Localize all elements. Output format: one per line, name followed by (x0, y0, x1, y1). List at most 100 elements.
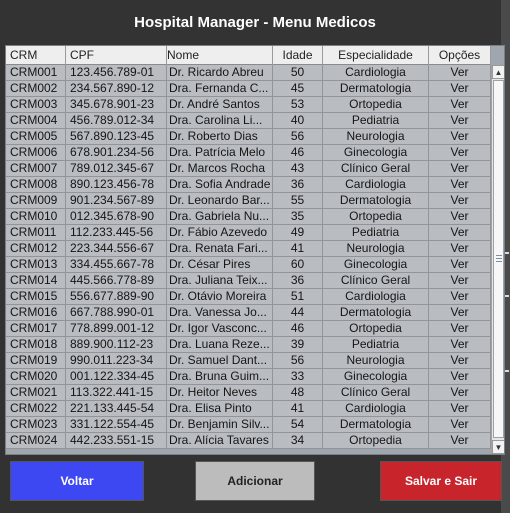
ver-link[interactable]: Ver (429, 369, 491, 385)
cell-cpf: 778.899.001-12 (66, 321, 167, 337)
scroll-up-icon[interactable]: ▲ (492, 65, 504, 79)
ver-link[interactable]: Ver (429, 113, 491, 129)
column-header-idade[interactable]: Idade (273, 46, 323, 65)
cell-nome: Dr. Benjamin Silv... (167, 417, 273, 433)
cell-idade: 60 (273, 257, 323, 273)
cell-especialidade: Pediatria (323, 113, 429, 129)
table-row[interactable]: CRM014 445.566.778-89 Dra. Juliana Teix...… (6, 273, 491, 289)
table-row[interactable]: CRM013 334.455.667-78 Dr. César Pires 60 Gin… (6, 257, 491, 273)
table-row[interactable]: CRM022 221.133.445-54 Dra. Elisa Pinto 41 Ca… (6, 401, 491, 417)
column-header-nome[interactable]: Nome (167, 46, 273, 65)
ver-link[interactable]: Ver (429, 337, 491, 353)
cell-cpf: 331.122.554-45 (66, 417, 167, 433)
ver-link[interactable]: Ver (429, 417, 491, 433)
cell-idade: 43 (273, 161, 323, 177)
ver-link[interactable]: Ver (429, 209, 491, 225)
adicionar-button[interactable]: Adicionar (195, 461, 315, 501)
cell-idade: 35 (273, 209, 323, 225)
ver-link[interactable]: Ver (429, 65, 491, 81)
column-header-opcoes[interactable]: Opções (429, 46, 491, 65)
table-row[interactable]: CRM020 001.122.334-45 Dra. Bruna Guim... 33… (6, 369, 491, 385)
cell-especialidade: Ginecologia (323, 145, 429, 161)
cell-especialidade: Ortopedia (323, 321, 429, 337)
cell-nome: Dr. Leonardo Bar... (167, 193, 273, 209)
table-row[interactable]: CRM002 234.567.890-12 Dra. Fernanda C... 45… (6, 81, 491, 97)
salvar-e-sair-button[interactable]: Salvar e Sair (380, 461, 502, 501)
ver-link[interactable]: Ver (429, 129, 491, 145)
cell-crm: CRM008 (6, 177, 66, 193)
table-row[interactable]: CRM016 667.788.990-01 Dra. Vanessa Jo... 44… (6, 305, 491, 321)
ver-link[interactable]: Ver (429, 225, 491, 241)
table-row[interactable]: CRM015 556.677.889-90 Dr. Otávio Moreira 51… (6, 289, 491, 305)
table-row[interactable]: CRM006 678.901.234-56 Dra. Patrícia Melo 46… (6, 145, 491, 161)
table-row[interactable]: CRM008 890.123.456-78 Dra. Sofia Andrade 36… (6, 177, 491, 193)
scroll-thumb[interactable] (493, 80, 504, 438)
table-row[interactable]: CRM007 789.012.345-67 Dr. Marcos Rocha 43 Cl… (6, 161, 491, 177)
table-row[interactable]: CRM005 567.890.123-45 Dr. Roberto Dias 56 Ne… (6, 129, 491, 145)
ver-link[interactable]: Ver (429, 289, 491, 305)
ver-link[interactable]: Ver (429, 401, 491, 417)
table-row[interactable]: CRM003 345.678.901-23 Dr. André Santos 53 Or… (6, 97, 491, 113)
table-row[interactable]: CRM024 442.233.551-15 Dra. Alícia Tavares 3… (6, 433, 491, 449)
table-row[interactable]: CRM021 113.322.441-15 Dr. Heitor Neves 48 Cl… (6, 385, 491, 401)
ver-link[interactable]: Ver (429, 177, 491, 193)
scroll-down-icon[interactable]: ▼ (492, 440, 504, 454)
ver-link[interactable]: Ver (429, 193, 491, 209)
cell-especialidade: Clínico Geral (323, 161, 429, 177)
table-row[interactable]: CRM019 990.011.223-34 Dr. Samuel Dant... 56… (6, 353, 491, 369)
ver-link[interactable]: Ver (429, 81, 491, 97)
vertical-scrollbar[interactable]: ▲ ▼ (491, 65, 504, 454)
cell-idade: 39 (273, 337, 323, 353)
ver-link[interactable]: Ver (429, 145, 491, 161)
cell-idade: 46 (273, 321, 323, 337)
cell-cpf: 901.234.567-89 (66, 193, 167, 209)
cell-especialidade: Dermatologia (323, 417, 429, 433)
ver-link[interactable]: Ver (429, 273, 491, 289)
column-header-cpf[interactable]: CPF (66, 46, 167, 65)
ver-link[interactable]: Ver (429, 385, 491, 401)
cell-especialidade: Cardiologia (323, 289, 429, 305)
column-header-crm[interactable]: CRM (6, 46, 66, 65)
cell-crm: CRM017 (6, 321, 66, 337)
voltar-button[interactable]: Voltar (10, 461, 144, 501)
cell-crm: CRM020 (6, 369, 66, 385)
cell-nome: Dra. Bruna Guim... (167, 369, 273, 385)
ver-link[interactable]: Ver (429, 353, 491, 369)
ver-link[interactable]: Ver (429, 257, 491, 273)
grip-icon (496, 258, 502, 259)
table-row[interactable]: CRM004 456.789.012-34 Dra. Carolina Li... 4… (6, 113, 491, 129)
cell-crm: CRM007 (6, 161, 66, 177)
cell-crm: CRM003 (6, 97, 66, 113)
table-row[interactable]: CRM012 223.344.556-67 Dra. Renata Fari... 4… (6, 241, 491, 257)
cell-crm: CRM013 (6, 257, 66, 273)
cell-idade: 55 (273, 193, 323, 209)
table-row[interactable]: CRM018 889.900.112-23 Dra. Luana Reze... 39… (6, 337, 491, 353)
cell-especialidade: Ortopedia (323, 433, 429, 449)
ver-link[interactable]: Ver (429, 97, 491, 113)
cell-especialidade: Dermatologia (323, 193, 429, 209)
cell-crm: CRM012 (6, 241, 66, 257)
cell-crm: CRM001 (6, 65, 66, 81)
cell-cpf: 678.901.234-56 (66, 145, 167, 161)
column-header-especialidade[interactable]: Especialidade (323, 46, 429, 65)
cell-nome: Dra. Sofia Andrade (167, 177, 273, 193)
ver-link[interactable]: Ver (429, 161, 491, 177)
table-row[interactable]: CRM010 012.345.678-90 Dra. Gabriela Nu... 3… (6, 209, 491, 225)
cell-nome: Dra. Elisa Pinto (167, 401, 273, 417)
cell-crm: CRM018 (6, 337, 66, 353)
ver-link[interactable]: Ver (429, 241, 491, 257)
ver-link[interactable]: Ver (429, 433, 491, 449)
table-row[interactable]: CRM023 331.122.554-45 Dr. Benjamin Silv...… (6, 417, 491, 433)
cell-cpf: 334.455.667-78 (66, 257, 167, 273)
cell-idade: 36 (273, 177, 323, 193)
cell-cpf: 012.345.678-90 (66, 209, 167, 225)
cell-especialidade: Cardiologia (323, 177, 429, 193)
table-row[interactable]: CRM009 901.234.567-89 Dr. Leonardo Bar... 5… (6, 193, 491, 209)
ver-link[interactable]: Ver (429, 321, 491, 337)
cell-idade: 56 (273, 129, 323, 145)
table-row[interactable]: CRM017 778.899.001-12 Dr. Igor Vasconc... 4… (6, 321, 491, 337)
table-row[interactable]: CRM001 123.456.789-01 Dr. Ricardo Abreu 50 C… (6, 65, 491, 81)
cell-especialidade: Pediatria (323, 337, 429, 353)
table-row[interactable]: CRM011 112.233.445-56 Dr. Fábio Azevedo 49 P… (6, 225, 491, 241)
ver-link[interactable]: Ver (429, 305, 491, 321)
